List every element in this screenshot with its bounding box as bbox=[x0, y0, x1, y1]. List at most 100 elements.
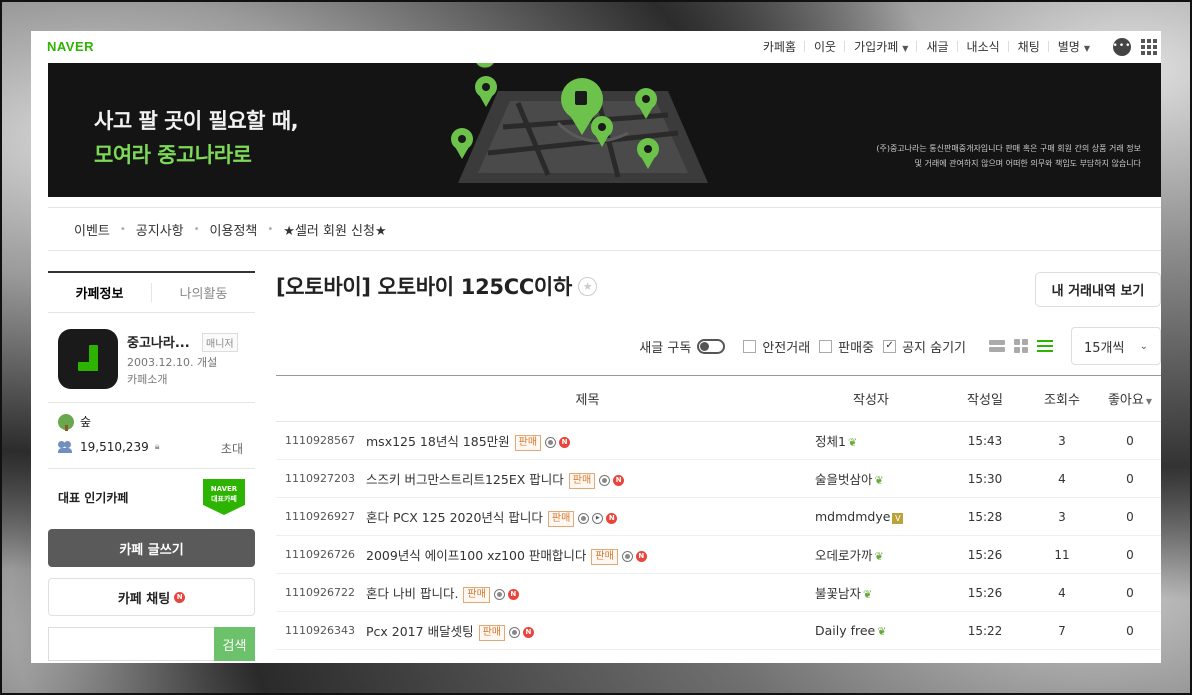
col-likes[interactable]: 좋아요 ▼ bbox=[1099, 375, 1161, 422]
naver-badge-line2: 대표카페 bbox=[211, 495, 237, 503]
table-row[interactable]: 1110928567 msx125 18년식 185만원 판매 N 정체1 ❦ 15:43 3… bbox=[276, 421, 1161, 460]
star-icon[interactable]: ★ bbox=[577, 276, 597, 296]
submenu-event[interactable]: 이벤트 bbox=[74, 220, 110, 239]
gnb-chat[interactable]: 채팅 bbox=[1009, 38, 1049, 55]
table-row[interactable]: 1110926927 혼다 PCX 125 2020년식 팝니다 판매 ▶ Nmdmdm… bbox=[276, 497, 1161, 536]
write-post-button[interactable]: 카페 글쓰기 bbox=[48, 529, 255, 567]
article-date: 15:22 bbox=[945, 611, 1025, 650]
article-author[interactable]: Daily free ❦ bbox=[815, 611, 945, 650]
naver-logo[interactable]: NAVER bbox=[47, 39, 94, 54]
gnb-my-news[interactable]: 내소식 bbox=[958, 38, 1009, 55]
sidebar-search-button[interactable]: 검색 bbox=[214, 627, 255, 661]
submenu-policy[interactable]: 이용정책 bbox=[210, 220, 258, 239]
gnb-new-posts[interactable]: 새글 bbox=[917, 38, 958, 55]
tab-my-activity[interactable]: 나의활동 bbox=[151, 283, 255, 302]
cafe-banner: 사고 팔 곳이 필요할 때, 모여라 중고나라로 (주)중고나라는 통신판매중개… bbox=[48, 63, 1161, 197]
article-author[interactable]: 술을벗삼아 ❦ bbox=[815, 459, 945, 498]
article-title-link[interactable]: 혼다 나비 팝니다. bbox=[366, 586, 458, 601]
separator-dot: • bbox=[119, 223, 126, 235]
article-number: 1110926343 bbox=[276, 611, 360, 650]
cafe-intro-link[interactable]: 카페소개 bbox=[127, 371, 167, 387]
safe-trade-filter[interactable]: 안전거래 bbox=[743, 337, 810, 356]
article-author[interactable]: 불꽃남자 ❦ bbox=[815, 573, 945, 612]
gnb-joined-cafes[interactable]: 가입카페 ▼ bbox=[845, 38, 918, 55]
cafe-logo-icon[interactable] bbox=[58, 329, 118, 389]
per-page-value: 15개씩 bbox=[1084, 340, 1125, 356]
hide-notice-filter[interactable]: ✓ 공지 숨기기 bbox=[883, 337, 966, 356]
article-likes: 0 bbox=[1099, 421, 1161, 460]
app-grid-icon[interactable] bbox=[1141, 38, 1157, 55]
sprout-icon: ❦ bbox=[863, 588, 873, 601]
article-title-cell: Pcx 2017 배달셋팅 판매 N bbox=[360, 611, 815, 650]
article-title-link[interactable]: 2009년식 에이프100 xz100 판매합니다 bbox=[366, 548, 586, 563]
image-icon bbox=[599, 474, 611, 486]
new-badge-icon: N bbox=[606, 512, 618, 524]
table-row[interactable]: 1110926343 Pcx 2017 배달셋팅 판매 N Daily free ❦ 15:… bbox=[276, 611, 1161, 650]
sidebar-search-input[interactable] bbox=[48, 627, 214, 661]
new-badge-icon: N bbox=[635, 550, 647, 562]
sort-caret-icon: ▼ bbox=[1145, 397, 1153, 406]
article-likes: 0 bbox=[1099, 573, 1161, 612]
article-number: 1110928567 bbox=[276, 421, 360, 460]
article-author[interactable]: 정체1 ❦ bbox=[815, 421, 945, 460]
new-badge-icon: N bbox=[613, 474, 625, 486]
tab-cafe-info[interactable]: 카페정보 bbox=[48, 283, 151, 302]
image-icon bbox=[545, 436, 557, 448]
cafe-level[interactable]: 숲 bbox=[58, 413, 91, 431]
article-title-link[interactable]: Pcx 2017 배달셋팅 bbox=[366, 624, 474, 639]
invite-button[interactable]: 초대 bbox=[221, 440, 243, 457]
member-count[interactable]: 19,510,239 🔒︎ bbox=[58, 440, 160, 454]
lock-icon: 🔒︎ bbox=[154, 442, 160, 452]
popular-cafe-label: 대표 인기카페 bbox=[58, 491, 129, 505]
gnb-joined-cafes-label: 가입카페 bbox=[854, 40, 899, 54]
trade-history-button[interactable]: 내 거래내역 보기 bbox=[1035, 272, 1161, 307]
author-name: 오데로가까 bbox=[815, 548, 873, 563]
col-author: 작성자 bbox=[815, 375, 945, 422]
album-view-icon[interactable] bbox=[989, 340, 1005, 352]
list-view-icon[interactable] bbox=[1037, 340, 1053, 352]
table-row[interactable]: 1110927203 스즈키 버그만스트리트125EX 팝니다 판매 N 술을벗삼아 ❦ 1… bbox=[276, 459, 1161, 498]
article-title-cell: 스즈키 버그만스트리트125EX 팝니다 판매 N bbox=[360, 459, 815, 498]
article-author[interactable]: 오데로가까 ❦ bbox=[815, 535, 945, 574]
new-subscribe-toggle[interactable] bbox=[697, 338, 726, 354]
image-icon bbox=[508, 626, 520, 638]
cafe-chat-label: 카페 채팅 bbox=[117, 591, 171, 607]
new-subscribe-label: 새글 구독 bbox=[639, 340, 692, 356]
manager-badge[interactable]: 매니저 bbox=[202, 333, 238, 352]
article-author[interactable]: mdmdmdye V bbox=[815, 497, 945, 536]
safe-trade-label: 안전거래 bbox=[762, 340, 811, 356]
cafe-chat-button[interactable]: 카페 채팅 N bbox=[48, 578, 255, 616]
gnb-neighbors[interactable]: 이웃 bbox=[805, 38, 846, 55]
submenu-seller-apply[interactable]: ★셀러 회원 신청★ bbox=[283, 220, 386, 239]
checkbox-icon[interactable] bbox=[743, 339, 757, 353]
per-page-select[interactable]: 15개씩 ⌄ bbox=[1071, 327, 1161, 365]
article-date: 15:30 bbox=[945, 459, 1025, 498]
article-date: 15:43 bbox=[945, 421, 1025, 460]
chat-bubble-icon[interactable]: ••• bbox=[1113, 37, 1131, 56]
verified-badge-icon: V bbox=[892, 513, 904, 525]
article-title-link[interactable]: 스즈키 버그만스트리트125EX 팝니다 bbox=[366, 472, 564, 487]
author-name: Daily free bbox=[815, 623, 876, 638]
article-title-link[interactable]: msx125 18년식 185만원 bbox=[366, 434, 510, 449]
cafe-page: NAVER 카페홈 이웃 가입카페 ▼ 새글 내소식 채팅 별명 ▼ ••• 사고 … bbox=[31, 31, 1161, 663]
table-row[interactable]: 1110926726 2009년식 에이프100 xz100 판매합니다 판매 N 오데… bbox=[276, 535, 1161, 574]
card-view-icon[interactable] bbox=[1014, 339, 1028, 353]
on-sale-filter[interactable]: 판매중 bbox=[819, 337, 874, 356]
gnb-nickname[interactable]: 별명 ▼ bbox=[1049, 38, 1099, 55]
gnb-cafe-home[interactable]: 카페홈 bbox=[754, 38, 806, 55]
image-icon bbox=[621, 550, 633, 562]
checkbox-checked-icon[interactable]: ✓ bbox=[883, 339, 897, 353]
separator-dot: • bbox=[193, 223, 200, 235]
checkbox-icon[interactable] bbox=[819, 339, 833, 353]
sale-tag: 판매 bbox=[514, 434, 542, 451]
submenu-notice[interactable]: 공지사항 bbox=[136, 220, 184, 239]
article-title-link[interactable]: 혼다 PCX 125 2020년식 팝니다 bbox=[366, 510, 543, 525]
table-row[interactable]: 1110926722 혼다 나비 팝니다. 판매 N 불꽃남자 ❦ 15:26 4 0 bbox=[276, 573, 1161, 612]
caret-down-icon: ▼ bbox=[1083, 44, 1090, 53]
cafe-name[interactable]: 중고나라... bbox=[127, 332, 190, 351]
col-title: 제목 bbox=[360, 375, 815, 422]
new-badge-icon: N bbox=[507, 588, 519, 600]
new-badge-icon: N bbox=[522, 626, 534, 638]
caret-down-icon: ▼ bbox=[902, 44, 909, 53]
sprout-icon: ❦ bbox=[874, 474, 884, 487]
